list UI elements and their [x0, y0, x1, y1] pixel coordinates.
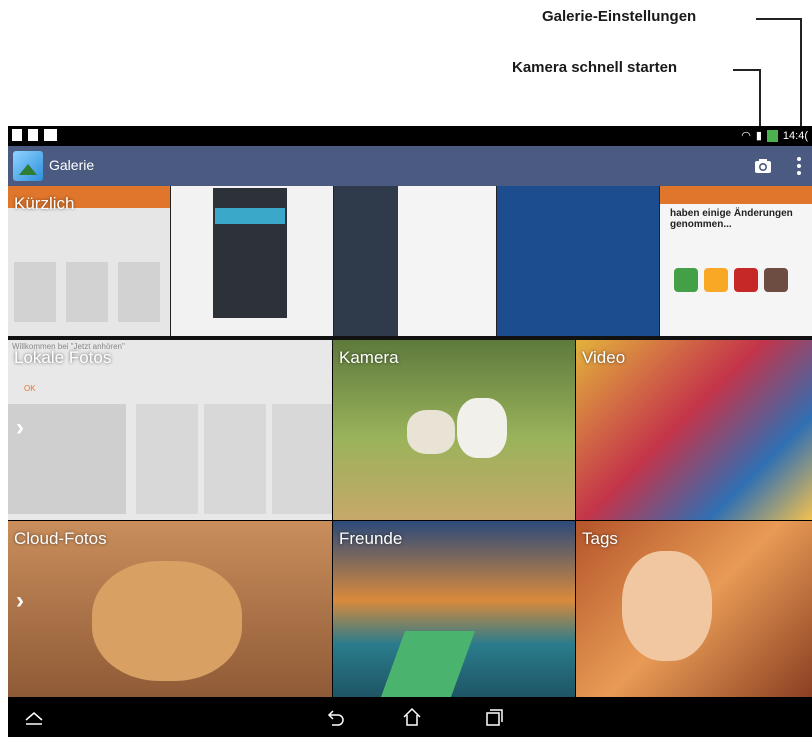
action-bar: Galerie: [8, 146, 812, 186]
local-ok-text: OK: [24, 384, 36, 393]
recent-thumb-2: [171, 186, 333, 336]
recent-banner-text: haben einige Änderungen genommen...: [670, 208, 793, 230]
camera-icon[interactable]: [752, 155, 774, 177]
settings-callout-line-h: [756, 18, 802, 20]
recent-apps-icon[interactable]: [484, 707, 504, 727]
home-icon[interactable]: [402, 707, 422, 727]
device-screen: ◠ ▮ 14:4( Galerie haben einige Änderunge…: [8, 126, 812, 737]
album-camera-label: Kamera: [339, 348, 399, 367]
collapse-icon[interactable]: [24, 707, 44, 727]
navigation-bar: [8, 697, 812, 737]
status-time: 14:4(: [782, 129, 808, 142]
camera-callout-label: Kamera schnell starten: [512, 59, 678, 76]
chevron-right-icon[interactable]: ›: [16, 587, 24, 615]
camera-callout-line-h: [733, 69, 761, 71]
album-video[interactable]: Video: [576, 340, 812, 520]
settings-callout-label: Galerie-Einstellungen: [542, 8, 697, 25]
battery-icon: [766, 129, 778, 142]
image-icon: [44, 129, 57, 141]
chevron-right-icon[interactable]: ›: [16, 414, 24, 442]
album-friends-label: Freunde: [339, 529, 403, 548]
album-tags[interactable]: Tags: [576, 521, 812, 697]
album-recent-label: Kürzlich: [14, 194, 75, 213]
back-icon[interactable]: [326, 707, 346, 727]
wifi-icon: ◠: [741, 130, 751, 142]
signal-icon: ▮: [755, 130, 762, 142]
album-local-label: Lokale Fotos: [14, 348, 112, 367]
album-cloud-label: Cloud-Fotos: [14, 529, 107, 548]
edit-icon: [28, 129, 38, 141]
album-tags-label: Tags: [582, 529, 618, 548]
status-bar: ◠ ▮ 14:4(: [8, 126, 812, 146]
overflow-menu-icon[interactable]: [792, 155, 806, 177]
album-video-label: Video: [582, 348, 626, 367]
app-title: Galerie: [49, 157, 95, 173]
album-recent[interactable]: haben einige Änderungen genommen... Kürz…: [8, 186, 812, 350]
album-local-photos[interactable]: Willkommen bei "Jetzt anhören" OK Lokale…: [8, 340, 332, 520]
recent-thumb-3: [334, 186, 496, 336]
gallery-app-icon[interactable]: [13, 151, 43, 181]
recent-thumb-4: [497, 186, 659, 336]
recent-thumb-5: haben einige Änderungen genommen...: [660, 186, 812, 336]
album-cloud-photos[interactable]: Cloud-Fotos ›: [8, 521, 332, 697]
album-camera[interactable]: Kamera: [333, 340, 575, 520]
album-friends[interactable]: Freunde: [333, 521, 575, 697]
file-icon: [12, 129, 22, 141]
